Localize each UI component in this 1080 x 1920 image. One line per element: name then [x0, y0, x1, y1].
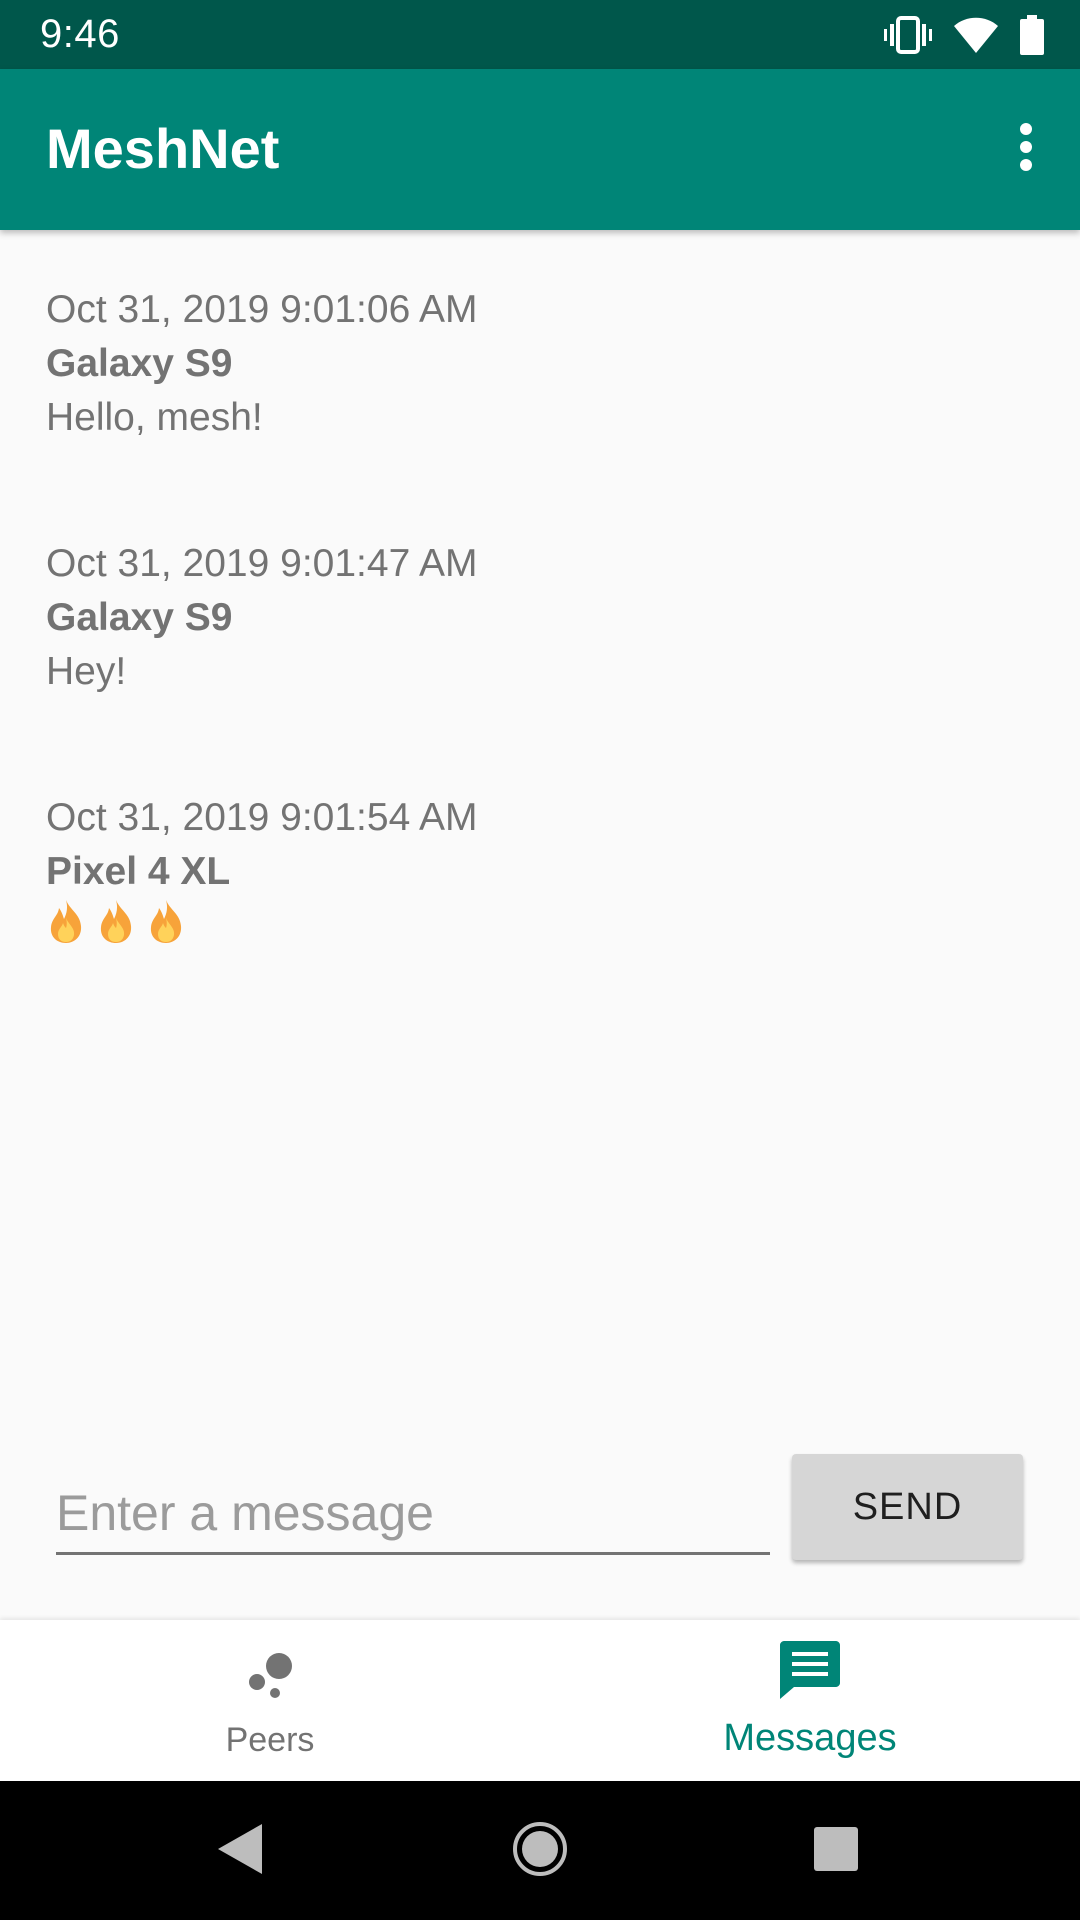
- fire-emoji-icon: [146, 898, 186, 959]
- message-input[interactable]: [56, 1474, 770, 1555]
- message-timestamp: Oct 31, 2019 9:01:47 AM: [46, 542, 478, 585]
- tab-messages[interactable]: Messages: [540, 1620, 1080, 1781]
- bottom-navigation: Peers Messages: [0, 1620, 1080, 1781]
- system-navigation-bar: [0, 1781, 1080, 1920]
- overflow-menu-button[interactable]: [990, 105, 1062, 193]
- wifi-icon: [954, 16, 998, 54]
- message-item: Oct 31, 2019 9:01:47 AM Galaxy S9 Hey!: [46, 537, 1026, 699]
- status-icons: [884, 14, 1044, 56]
- message-timestamp: Oct 31, 2019 9:01:06 AM: [46, 288, 478, 331]
- recents-icon: [814, 1826, 858, 1876]
- fire-emoji-icon: [46, 898, 86, 959]
- app-bar: MeshNet: [0, 69, 1080, 230]
- home-button[interactable]: [500, 1811, 580, 1891]
- status-bar: 9:46: [0, 0, 1080, 69]
- battery-icon: [1020, 15, 1044, 55]
- fire-emoji-icon: [96, 898, 136, 959]
- message-sender: Galaxy S9: [46, 596, 233, 639]
- peers-icon: [245, 1649, 295, 1704]
- home-icon: [512, 1821, 568, 1882]
- tab-peers[interactable]: Peers: [0, 1620, 540, 1781]
- back-icon: [218, 1823, 262, 1879]
- message-text: Hey!: [46, 650, 127, 693]
- status-time: 9:46: [40, 12, 120, 56]
- message-item: Oct 31, 2019 9:01:54 AM Pixel 4 XL: [46, 791, 1026, 957]
- tab-peers-label: Peers: [225, 1721, 315, 1759]
- message-sender: Galaxy S9: [46, 342, 233, 385]
- message-composer: SEND: [0, 1430, 1080, 1620]
- message-item: Oct 31, 2019 9:01:06 AM Galaxy S9 Hello,…: [46, 283, 1026, 445]
- message-sender: Pixel 4 XL: [46, 850, 231, 893]
- message-text: [46, 899, 1026, 957]
- message-timestamp: Oct 31, 2019 9:01:54 AM: [46, 796, 478, 839]
- tab-messages-label: Messages: [723, 1717, 897, 1759]
- vibrate-icon: [884, 16, 932, 54]
- message-text: Hello, mesh!: [46, 396, 263, 439]
- message-icon: [780, 1640, 840, 1704]
- recents-button[interactable]: [796, 1811, 876, 1891]
- send-button[interactable]: SEND: [792, 1454, 1023, 1560]
- back-button[interactable]: [200, 1811, 280, 1891]
- app-title: MeshNet: [46, 117, 280, 180]
- message-list[interactable]: Oct 31, 2019 9:01:06 AM Galaxy S9 Hello,…: [0, 230, 1080, 1390]
- more-vert-icon: [1018, 122, 1034, 177]
